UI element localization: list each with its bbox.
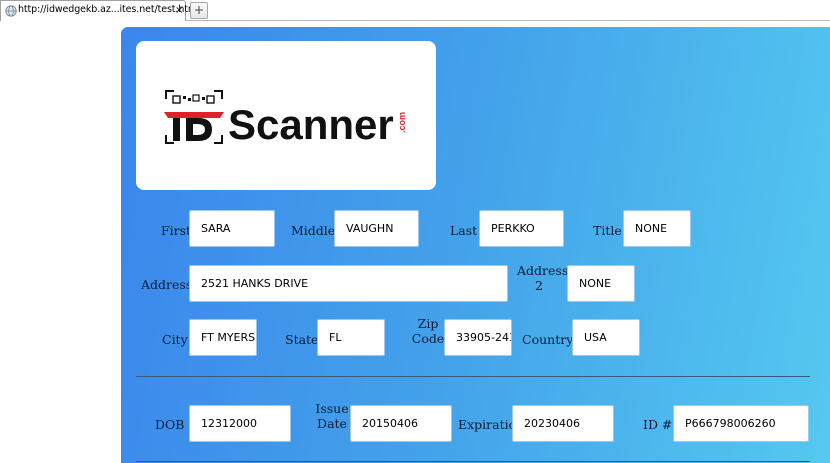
state-label: State (285, 332, 319, 347)
logo-brand-text: Scanner (228, 101, 394, 145)
middle-name-field[interactable]: VAUGHN (334, 210, 419, 247)
last-name-field[interactable]: PERKKO (479, 210, 564, 247)
new-tab-button[interactable]: + (190, 2, 208, 19)
browser-tab-strip: http://idwedgekb.az...ites.net/test.html… (0, 0, 830, 21)
id-scanner-logo: Scanner .com (164, 90, 407, 145)
city-field[interactable]: FT MYERS (189, 319, 257, 356)
state-field[interactable]: FL (317, 319, 385, 356)
id-scanner-card: Scanner .com First SARA Middle VAUGHN La… (121, 27, 830, 463)
country-field[interactable]: USA (572, 319, 640, 356)
expiration-field[interactable]: 20230406 (512, 405, 614, 442)
address-field[interactable]: 2521 HANKS DRIVE (189, 265, 508, 302)
browser-tab[interactable]: http://idwedgekb.az...ites.net/test.html… (0, 0, 200, 21)
bottom-divider (136, 461, 810, 462)
close-tab-icon[interactable]: × (175, 4, 183, 17)
title-label: Title (593, 223, 622, 238)
title-field[interactable]: NONE (623, 210, 691, 247)
id-number-field[interactable]: P666798006260 (673, 405, 809, 442)
section-divider (136, 376, 810, 377)
middle-name-label: Middle (291, 223, 336, 238)
address2-field[interactable]: NONE (567, 265, 635, 302)
globe-icon (5, 5, 17, 17)
first-name-label: First (161, 223, 192, 238)
dob-field[interactable]: 12312000 (189, 405, 291, 442)
address-label: Address (141, 277, 193, 292)
id-number-label: ID # (643, 417, 673, 432)
logo-suffix-text: .com (397, 112, 407, 133)
tab-title: http://idwedgekb.az...ites.net/test.html (18, 4, 200, 15)
zip-code-label: Zip Code (411, 316, 445, 346)
country-label: Country (522, 332, 574, 347)
dob-label: DOB (155, 417, 185, 432)
first-name-field[interactable]: SARA (189, 210, 275, 247)
last-name-label: Last (450, 223, 478, 238)
issue-date-label: Issue Date (315, 401, 349, 431)
city-label: City (162, 332, 188, 347)
issue-date-field[interactable]: 20150406 (350, 405, 452, 442)
address2-label: Address 2 (517, 263, 569, 293)
logo-panel: Scanner .com (136, 41, 436, 190)
zip-code-field[interactable]: 33905-2430 (444, 319, 512, 356)
